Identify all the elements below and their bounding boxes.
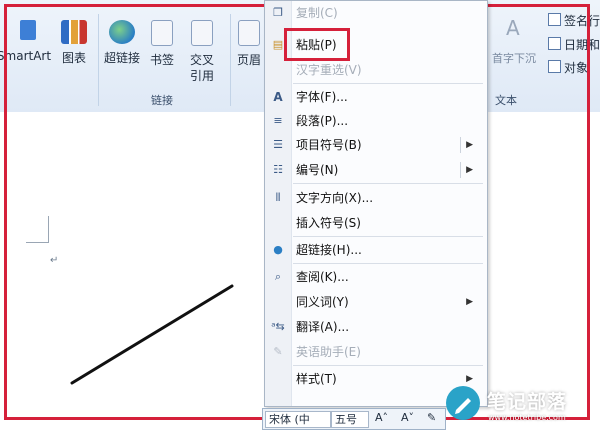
menu-divider xyxy=(293,263,483,264)
menu-item-font[interactable]: A 字体(F)... xyxy=(265,85,487,109)
submenu-separator xyxy=(460,137,461,153)
menu-divider xyxy=(293,83,483,84)
font-size-dropdown[interactable]: 五号 xyxy=(331,411,369,428)
copy-icon: ❐ xyxy=(273,6,283,19)
font-name-dropdown[interactable]: 宋体 (中 xyxy=(265,411,331,428)
text-direction-icon: ⦀ xyxy=(275,191,281,204)
object-icon xyxy=(548,60,561,73)
drop-cap-label: 首字下沉 xyxy=(492,52,536,65)
shrink-font-icon[interactable]: A˅ xyxy=(401,411,414,424)
signature-icon xyxy=(548,13,561,26)
cross-reference-label: 交叉 引用 xyxy=(189,53,214,83)
submenu-arrow-icon: ▶ xyxy=(466,140,473,150)
menu-item-numbering[interactable]: ☷ 编号(N) ▶ xyxy=(265,158,487,182)
cross-reference-button[interactable]: 交叉 引用 xyxy=(184,20,220,84)
site-watermark: 笔记部落 www.notetribe.com xyxy=(440,382,600,428)
watermark-title: 笔记部落 xyxy=(487,391,568,413)
mini-toolbar: 宋体 (中 五号 A˄ A˅ ✎ xyxy=(262,408,446,430)
smartart-button[interactable]: SmartArt xyxy=(0,48,54,64)
bookmark-icon xyxy=(151,20,173,46)
cross-reference-icon xyxy=(191,20,213,46)
watermark-url: www.notetribe.com xyxy=(488,413,566,422)
lookup-icon: ⌕ xyxy=(274,270,282,283)
menu-item-translate[interactable]: ᵃ⇆ 翻译(A)... xyxy=(265,315,487,339)
assistant-icon: ✎ xyxy=(273,345,283,358)
date-time-button[interactable]: 日期和 xyxy=(548,36,600,53)
calendar-icon xyxy=(548,37,561,50)
chart-label: 图表 xyxy=(61,51,86,65)
globe-link-icon xyxy=(109,20,135,44)
hyperlink-button[interactable]: 超链接 xyxy=(102,20,142,66)
bookmark-label: 书签 xyxy=(149,53,174,67)
menu-item-english-assistant[interactable]: ✎ 英语助手(E) xyxy=(265,340,487,364)
submenu-arrow-icon: ▶ xyxy=(466,165,473,175)
paragraph-mark: ↵ xyxy=(50,255,59,266)
menu-item-reconvert[interactable]: 汉字重选(V) xyxy=(265,58,487,82)
header-label: 页眉 xyxy=(236,53,261,67)
menu-item-insert-symbol[interactable]: 插入符号(S) xyxy=(265,211,487,235)
menu-item-copy[interactable]: ❐ 复制(C) xyxy=(265,1,487,25)
smartart-icon xyxy=(20,20,36,40)
menu-item-text-direction[interactable]: ⦀ 文字方向(X)... xyxy=(265,186,487,210)
header-button[interactable]: 页眉 xyxy=(234,20,264,68)
submenu-separator xyxy=(460,162,461,178)
paste-highlight-box xyxy=(284,28,350,61)
context-menu: ❐ 复制(C) ▤ 粘贴(P) 汉字重选(V) A 字体(F)... ≡ 段落(… xyxy=(264,0,488,407)
submenu-arrow-icon: ▶ xyxy=(466,297,473,307)
date-time-label: 日期和 xyxy=(564,38,600,52)
object-label: 对象 xyxy=(564,61,589,75)
numbering-icon: ☷ xyxy=(273,163,283,176)
signature-line-button[interactable]: 签名行 xyxy=(548,12,600,29)
font-size-value: 五号 xyxy=(335,413,357,426)
menu-item-synonyms[interactable]: 同义词(Y) ▶ xyxy=(265,290,487,314)
grow-font-icon[interactable]: A˄ xyxy=(375,411,388,424)
font-name-value: 宋体 (中 xyxy=(269,413,310,426)
globe-icon: ● xyxy=(273,243,283,256)
menu-item-lookup[interactable]: ⌕ 查阅(K)... xyxy=(265,265,487,289)
translate-icon: ᵃ⇆ xyxy=(271,320,285,333)
font-icon: A xyxy=(273,90,283,104)
menu-item-paragraph[interactable]: ≡ 段落(P)... xyxy=(265,109,487,133)
format-painter-icon[interactable]: ✎ xyxy=(427,411,436,424)
menu-item-hyperlink[interactable]: ● 超链接(H)... xyxy=(265,238,487,262)
menu-divider xyxy=(293,236,483,237)
smartart-label: SmartArt xyxy=(0,49,52,63)
drop-cap-button[interactable]: 首字下沉 xyxy=(492,50,536,66)
chart-icon xyxy=(61,20,87,44)
ribbon-separator xyxy=(230,14,231,106)
drop-cap-icon: A xyxy=(506,16,520,40)
menu-divider xyxy=(293,183,483,184)
header-icon xyxy=(238,20,260,46)
menu-divider xyxy=(293,365,483,366)
chart-button[interactable]: 图表 xyxy=(58,20,90,66)
margin-corner-mark xyxy=(26,216,49,243)
hyperlink-label: 超链接 xyxy=(103,51,140,65)
signature-label: 签名行 xyxy=(564,14,600,28)
menu-item-bullets[interactable]: ☰ 项目符号(B) ▶ xyxy=(265,133,487,157)
paragraph-icon: ≡ xyxy=(273,114,283,127)
bullets-icon: ☰ xyxy=(273,138,283,151)
group-label-text: 文本 xyxy=(495,94,517,107)
paste-icon: ▤ xyxy=(272,38,284,51)
object-button[interactable]: 对象 xyxy=(548,59,588,76)
bookmark-button[interactable]: 书签 xyxy=(146,20,178,68)
ribbon-separator xyxy=(98,14,99,106)
group-label-links: 链接 xyxy=(151,94,173,107)
pencil-logo-icon xyxy=(446,386,480,420)
